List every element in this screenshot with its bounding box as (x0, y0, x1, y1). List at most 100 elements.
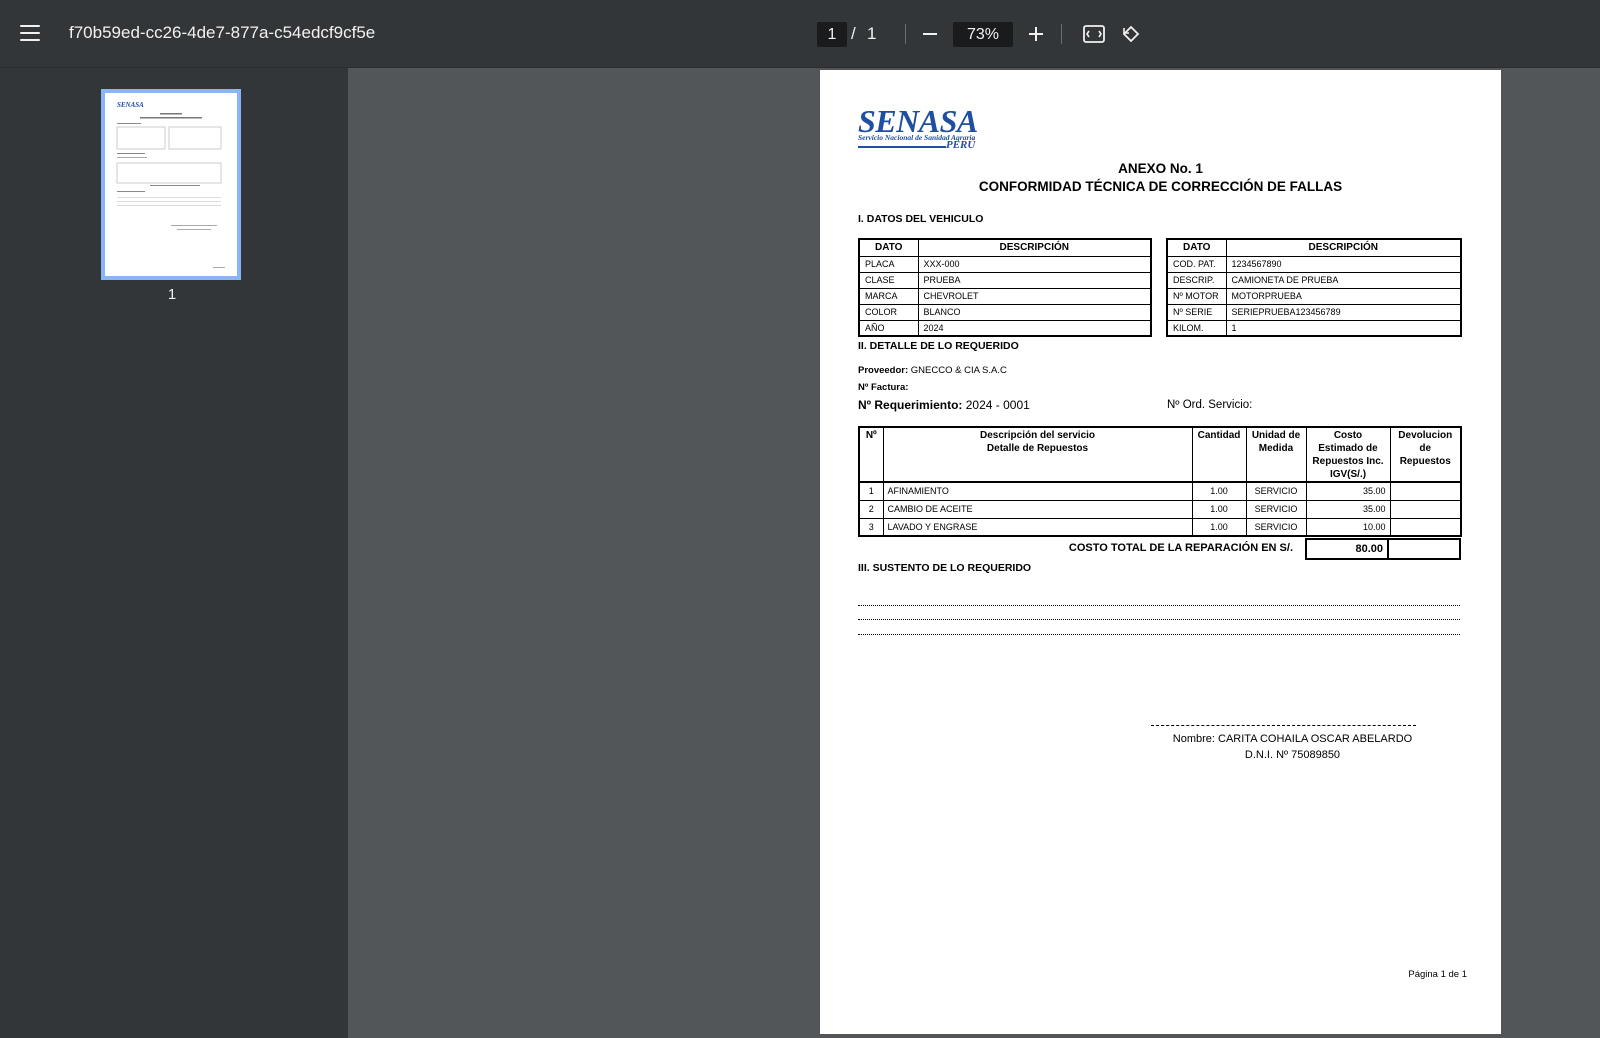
cell-unidad: SERVICIO (1245, 499, 1307, 519)
header-line: Estimado de (1318, 443, 1378, 454)
fit-to-page-icon[interactable] (1083, 23, 1105, 45)
header-line: de (1419, 443, 1432, 454)
ord-servicio-label: Nº Ord. Servicio: (1167, 399, 1253, 411)
header-line: Detalle de Repuestos (986, 443, 1089, 454)
document-heading-2: CONFORMIDAD TÉCNICA DE CORRECCIÓN DE FAL… (978, 179, 1343, 194)
signature-name: Nombre: CARITA COHAILA OSCAR ABELARDO (1172, 733, 1413, 745)
page-total: 1 (867, 24, 877, 43)
table-row: MARCA CHEVROLET (858, 287, 1152, 305)
document-heading-1: ANEXO No. 1 (1118, 161, 1203, 176)
cell-devolucion (1389, 481, 1462, 501)
cell-desc: MOTORPRUEBA (1225, 287, 1462, 305)
header-line: Devolucion (1398, 430, 1453, 441)
cell-dato: KILOM. (1166, 319, 1227, 337)
column-header-desc: Descripción del servicio Detalle de Repu… (882, 426, 1193, 483)
cell-desc: LAVADO Y ENGRASE (882, 517, 1193, 537)
table-row: AÑO 2024 (858, 319, 1152, 337)
header-line: Descripción del servicio (979, 430, 1096, 441)
cell-dato: Nº SERIE (1166, 303, 1227, 321)
cell-desc: CAMIONETA DE PRUEBA (1225, 271, 1462, 289)
table-row: DESCRIP. CAMIONETA DE PRUEBA (1166, 271, 1462, 289)
section-3-title: III. SUSTENTO DE LO REQUERIDO (858, 562, 1032, 574)
toolbar-divider (905, 24, 906, 44)
cell-desc: 1234567890 (1225, 255, 1462, 273)
cell-costo: 10.00 (1305, 517, 1391, 537)
cell-unidad: SERVICIO (1245, 517, 1307, 537)
zoom-out-icon[interactable] (920, 24, 940, 44)
column-header: DATO (858, 238, 919, 257)
zoom-level-input[interactable]: 73% (953, 22, 1013, 47)
rotate-icon[interactable] (1120, 23, 1142, 45)
column-header-num: Nº (858, 426, 884, 483)
total-devolucion-box (1389, 538, 1461, 560)
toolbar-divider (1061, 24, 1062, 44)
senasa-logo: SENASA Servicio Nacional de Sanidad Agra… (858, 103, 982, 152)
requerimiento-table: Nº Descripción del servicio Detalle de R… (858, 426, 1462, 537)
cell-dato: Nº MOTOR (1166, 287, 1227, 305)
column-header-costo: Costo Estimado de Repuestos Inc. IGV(S/.… (1305, 426, 1391, 483)
header-line: IGV(S/.) (1329, 469, 1367, 480)
menu-icon[interactable] (18, 22, 42, 44)
table-row: COD. PAT. 1234567890 (1166, 255, 1462, 273)
table-row: 3 LAVADO Y ENGRASE 1.00 SERVICIO 10.00 (858, 517, 1462, 537)
page-number-input[interactable]: 1 (817, 22, 847, 47)
requerimiento-value: 2024 - 0001 (965, 398, 1030, 412)
cell-cantidad: 1.00 (1191, 499, 1247, 519)
column-header-cantidad: Cantidad (1191, 426, 1247, 483)
column-header-devolucion: Devolucion de Repuestos (1389, 426, 1462, 483)
table-row: COLOR BLANCO (858, 303, 1152, 321)
page-separator: / (851, 24, 856, 43)
vehicle-table-left: DATO DESCRIPCIÓN PLACA XXX-000 CLASE PRUEB… (858, 238, 1152, 337)
logo-country: PERÚ (946, 139, 976, 151)
table-row: KILOM. 1 (1166, 319, 1462, 337)
dotted-line (858, 634, 1460, 635)
cell-dato: DESCRIP. (1166, 271, 1227, 289)
cell-unidad: SERVICIO (1245, 481, 1307, 501)
cell-devolucion (1389, 517, 1462, 537)
svg-text:SENASA: SENASA (117, 101, 144, 109)
table-row: 1 AFINAMIENTO 1.00 SERVICIO 35.00 (858, 481, 1462, 501)
dotted-line (858, 619, 1460, 620)
section-2-title: II. DETALLE DE LO REQUERIDO (858, 340, 1019, 352)
column-header-unidad: Unidad de Medida (1245, 426, 1307, 483)
column-header: DESCRIPCIÓN (917, 238, 1152, 257)
cell-desc: CAMBIO DE ACEITE (882, 499, 1193, 519)
signature-line (1151, 725, 1416, 726)
cell-desc: 2024 (917, 319, 1152, 337)
cell-cantidad: 1.00 (1191, 517, 1247, 537)
cell-desc: BLANCO (917, 303, 1152, 321)
cell-desc: XXX-000 (917, 255, 1152, 273)
requerimiento-label: Nº Requerimiento: (858, 398, 963, 412)
logo-name: SENASA (858, 103, 978, 139)
cell-num: 3 (858, 517, 884, 537)
cell-cantidad: 1.00 (1191, 481, 1247, 501)
signature-dni: D.N.I. Nº 75089850 (1244, 749, 1341, 761)
header-line: Repuestos Inc. (1312, 456, 1384, 467)
thumbnail-sidebar: SENASA 1 (0, 68, 348, 1038)
cell-num: 1 (858, 481, 884, 501)
total-label: COSTO TOTAL DE LA REPARACIÓN EN S/. (1068, 542, 1293, 554)
cell-desc: PRUEBA (917, 271, 1152, 289)
document-title: f70b59ed-cc26-4de7-877a-c54edcf9cf5e (69, 23, 376, 42)
vehicle-table-right: DATO DESCRIPCIÓN COD. PAT. 1234567890 DES… (1166, 238, 1462, 337)
cell-costo: 35.00 (1305, 481, 1391, 501)
cell-dato: COLOR (858, 303, 919, 321)
page-thumbnail[interactable]: SENASA (101, 89, 241, 280)
header-line: Repuestos (1399, 456, 1451, 467)
proveedor-line: Proveedor: GNECCO & CIA S.A.C (858, 365, 1007, 376)
cell-num: 2 (858, 499, 884, 519)
cell-dato: PLACA (858, 255, 919, 273)
header-line: Unidad de (1251, 430, 1301, 441)
cell-dato: CLASE (858, 271, 919, 289)
proveedor-value: GNECCO & CIA S.A.C (910, 365, 1007, 376)
factura-label: Nº Factura: (858, 382, 909, 393)
cell-dato: AÑO (858, 319, 919, 337)
zoom-in-icon[interactable] (1026, 24, 1046, 44)
cell-desc: AFINAMIENTO (882, 481, 1193, 501)
section-1-title: I. DATOS DEL VEHICULO (858, 213, 984, 225)
pdf-page: SENASA Servicio Nacional de Sanidad Agra… (820, 70, 1501, 1034)
requerimiento-line: Nº Requerimiento: 2024 - 0001 (858, 398, 1030, 412)
page-footer: Página 1 de 1 (1408, 969, 1467, 980)
dotted-line (858, 605, 1460, 606)
proveedor-label: Proveedor: (858, 365, 909, 376)
